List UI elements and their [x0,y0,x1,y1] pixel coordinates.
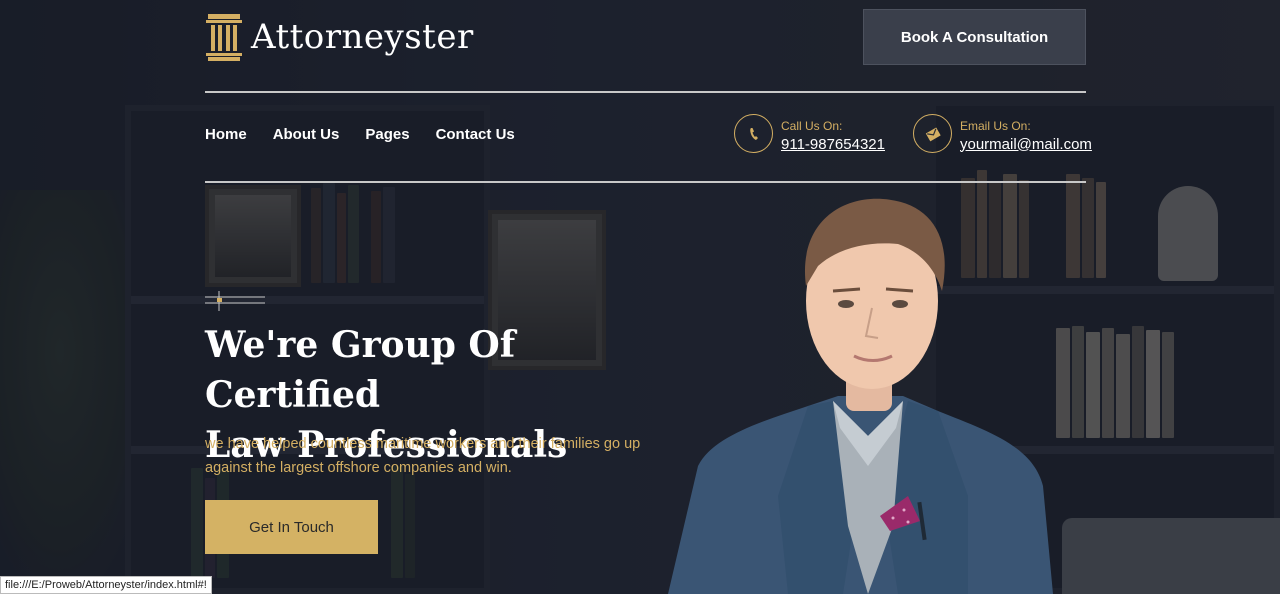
phone-label: Call Us On: [781,118,843,133]
get-in-touch-button[interactable]: Get In Touch [205,500,378,554]
main-nav: Home About Us Pages Contact Us [205,126,515,143]
nav-home[interactable]: Home [205,126,247,143]
background-library [0,0,1280,594]
hero-subtitle: we have helped countless maritime worker… [205,436,641,476]
envelope-icon [913,114,952,153]
nav-pages[interactable]: Pages [365,126,409,143]
phone-icon [734,114,773,153]
browser-status-bar: file:///E:/Proweb/Attorneyster/index.htm… [0,576,212,594]
nav-contact-us[interactable]: Contact Us [436,126,515,143]
title-ornament [205,291,265,311]
email-link[interactable]: yourmail@mail.com [960,136,1092,153]
phone-link[interactable]: 911-987654321 [781,136,885,153]
header-divider-top [205,91,1086,93]
contact-phone: Call Us On: 911-987654321 [734,114,885,153]
brand-name: Attorneyster [251,17,474,57]
lawyer-photo [668,198,1053,594]
email-label: Email Us On: [960,118,1031,133]
book-consultation-button[interactable]: Book A Consultation [863,9,1086,65]
pillar-icon [206,14,242,61]
header-divider-bottom [205,181,1086,183]
contact-email: Email Us On: yourmail@mail.com [913,114,1092,153]
hero-title-line-1: We're Group Of Certified [205,324,516,416]
nav-about-us[interactable]: About Us [273,126,340,143]
brand-logo[interactable]: Attorneyster [205,12,474,62]
chair-back [1062,518,1280,594]
